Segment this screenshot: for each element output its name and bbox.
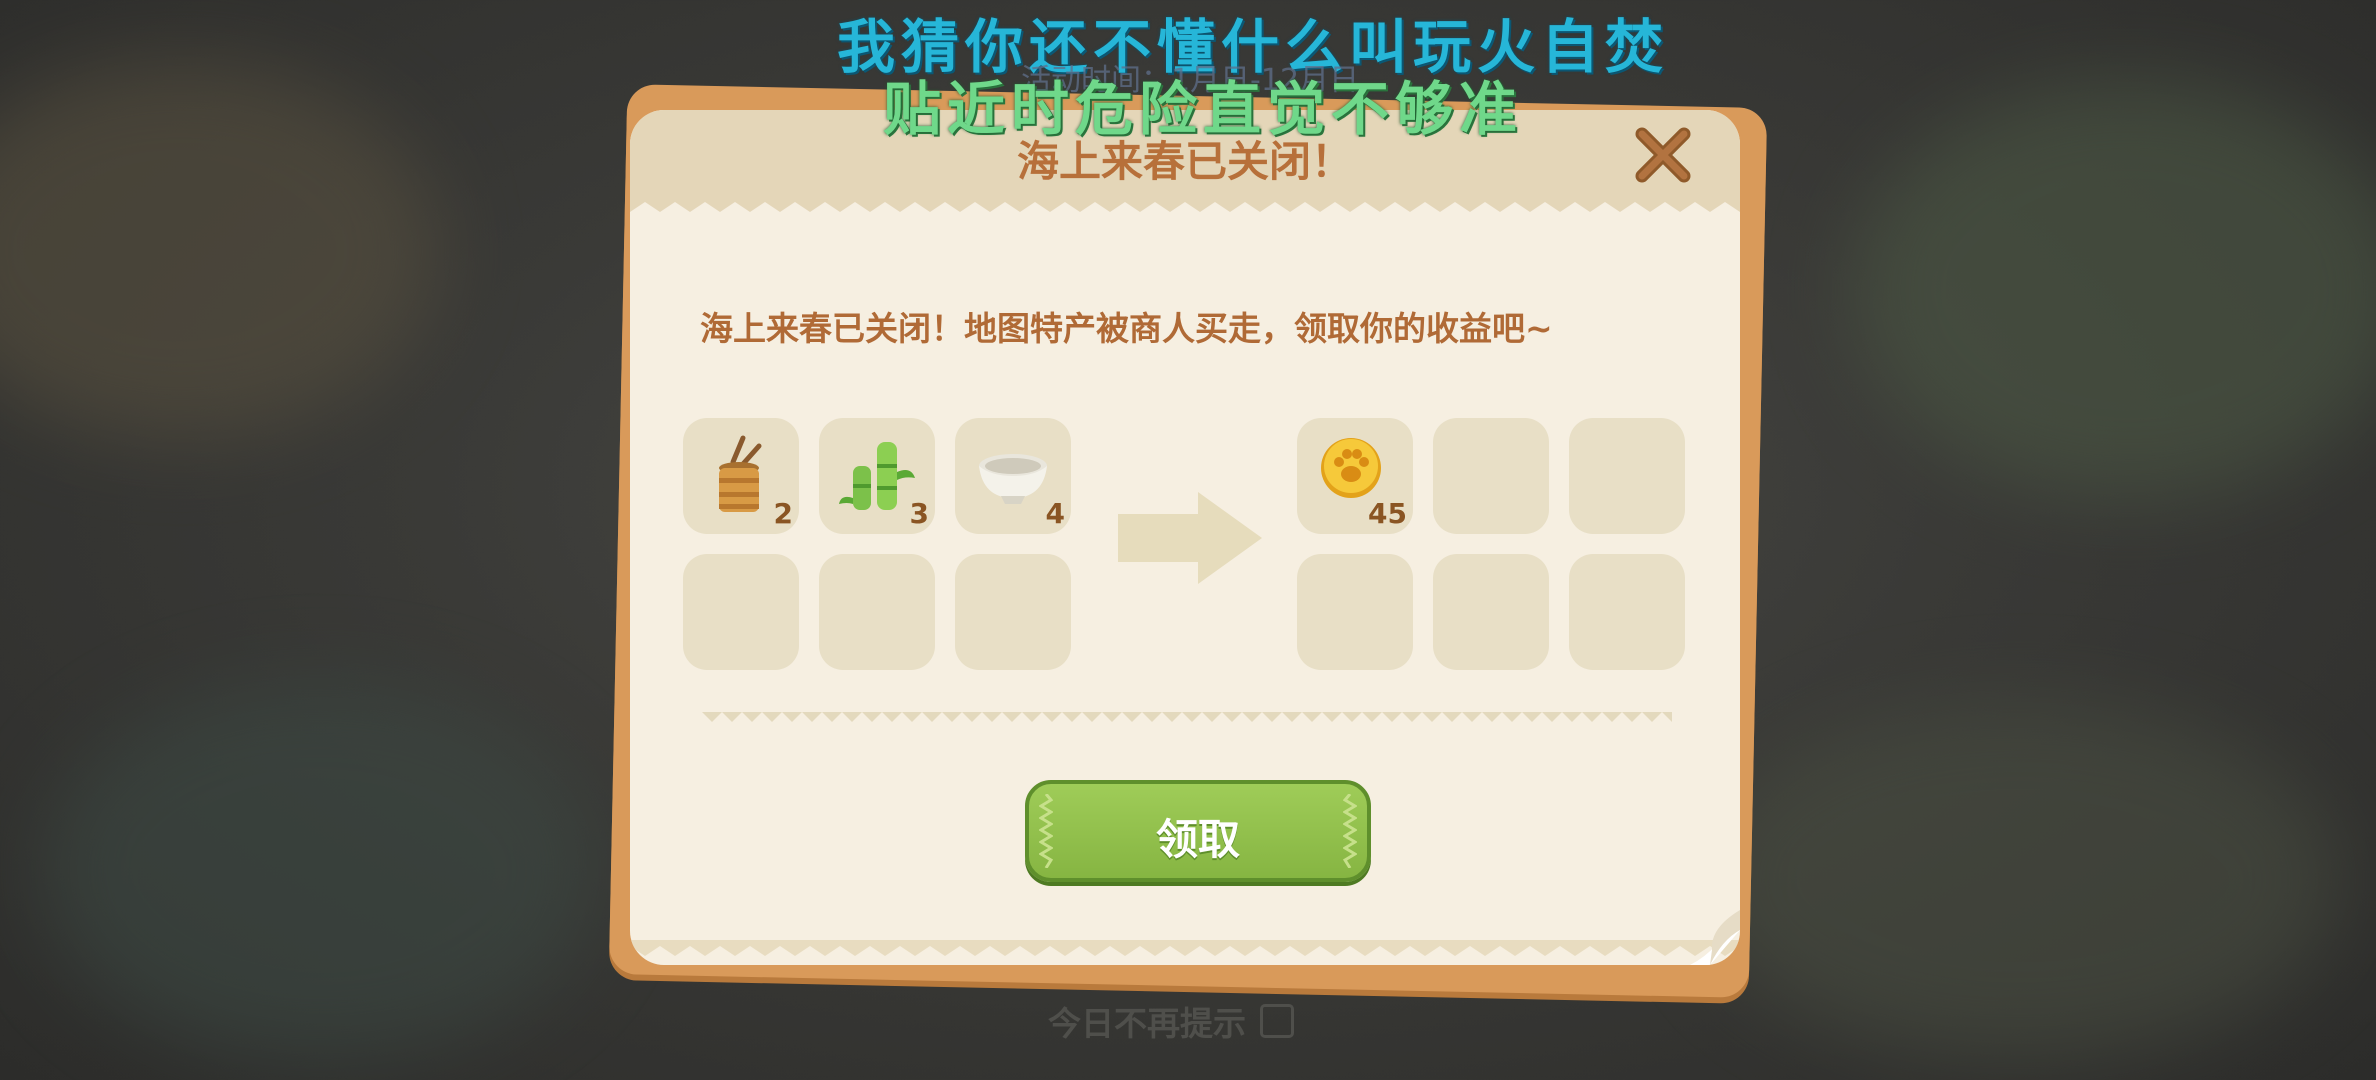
- arrow-right-icon: [1118, 492, 1262, 584]
- input-slot[interactable]: [819, 554, 935, 670]
- white-bowl-icon: [979, 454, 1047, 504]
- output-slot[interactable]: [1569, 418, 1685, 534]
- bamboo-shoot-icon: [839, 442, 915, 510]
- footer-zigzag-border: [630, 940, 1740, 960]
- bamboo-basket-icon: [719, 435, 762, 512]
- header-zigzag-border: [630, 198, 1740, 218]
- input-slot[interactable]: [683, 554, 799, 670]
- output-slot[interactable]: 45: [1297, 418, 1413, 534]
- divider: [702, 710, 1672, 724]
- item-count: 2: [773, 497, 793, 530]
- input-slot[interactable]: 3: [819, 418, 935, 534]
- output-slot[interactable]: [1433, 554, 1549, 670]
- output-slot[interactable]: [1569, 554, 1685, 670]
- no-remind-label: 今日不再提示: [1048, 1004, 1246, 1043]
- claim-button-label: 领取: [1155, 815, 1240, 864]
- output-slot[interactable]: [1433, 418, 1549, 534]
- background-blur: [1700, 700, 2340, 1060]
- no-remind-checkbox[interactable]: [1260, 1004, 1294, 1038]
- item-count: 4: [1045, 497, 1065, 530]
- no-remind-today-option[interactable]: 今日不再提示: [1048, 997, 1294, 1045]
- claim-button[interactable]: 领取: [1025, 780, 1371, 882]
- item-count: 45: [1368, 497, 1407, 530]
- dialog-message: 海上来春已关闭！地图特产被商人买走，领取你的收益吧~: [700, 309, 1553, 348]
- background-blur: [40, 680, 600, 1060]
- page-curl-corner: [1690, 910, 1740, 965]
- lyric-caption-line2: 贴近时危险直觉不够准: [882, 75, 1523, 143]
- input-slot[interactable]: 2: [683, 418, 799, 534]
- input-slot[interactable]: [955, 554, 1071, 670]
- input-slot[interactable]: 4: [955, 418, 1071, 534]
- item-count: 3: [909, 497, 929, 530]
- dialog-card: 海上来春已关闭！ 海上来春已关闭！地图特产被商人买走，领取你的收益吧~ 2 3 …: [630, 110, 1740, 965]
- output-slot[interactable]: [1297, 554, 1413, 670]
- button-right-trim: [1343, 794, 1357, 868]
